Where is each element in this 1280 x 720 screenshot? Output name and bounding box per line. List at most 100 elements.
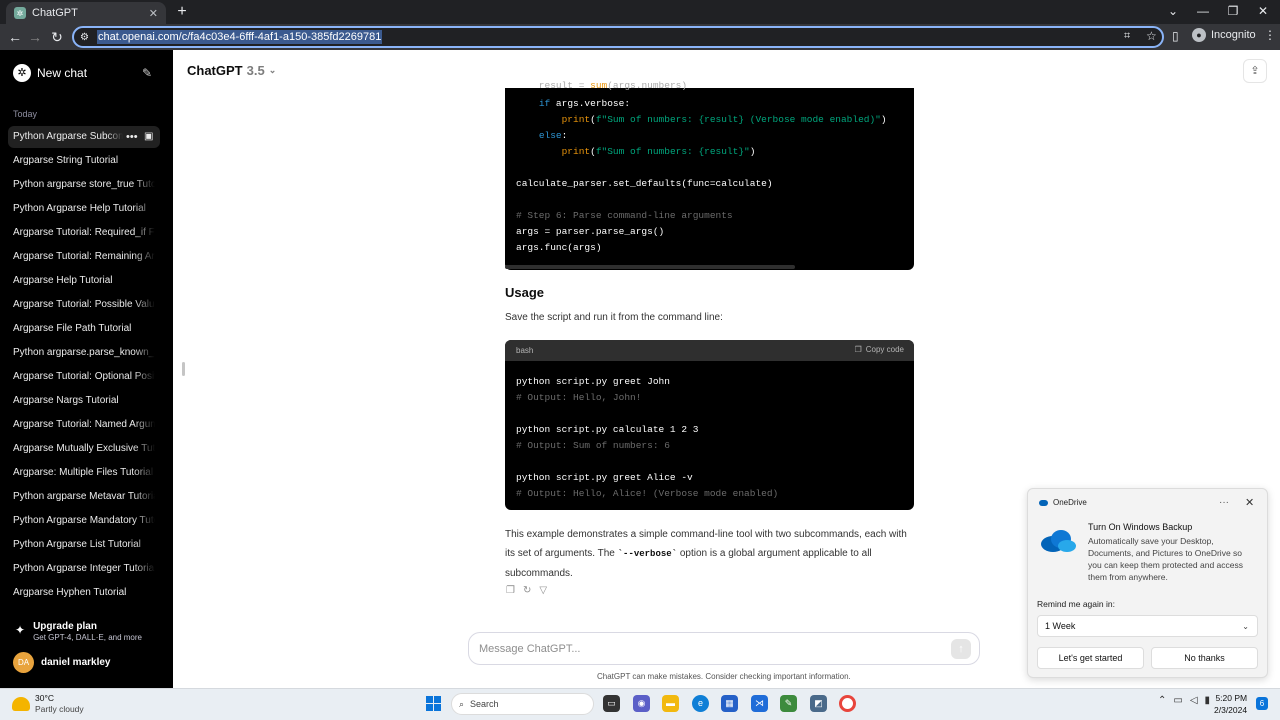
url-field[interactable]: ⚙ chat.openai.com/c/fa4c03e4-6fff-4af1-a… bbox=[72, 26, 1164, 48]
reload-icon[interactable]: ↻ bbox=[46, 24, 68, 50]
code-line: python script.py calculate 1 2 3 bbox=[516, 424, 699, 435]
close-icon[interactable]: ✕ bbox=[1245, 496, 1254, 509]
chevron-up-icon[interactable]: ⌃ bbox=[1158, 695, 1166, 706]
upgrade-subtitle: Get GPT-4, DALL·E, and more bbox=[33, 633, 142, 642]
onedrive-icon bbox=[1039, 499, 1048, 506]
sidebar-history-item[interactable]: Argparse Tutorial: Optional Positional bbox=[8, 366, 160, 388]
volume-icon[interactable]: ◁ bbox=[1190, 695, 1198, 706]
vscode-icon[interactable]: ⋊ bbox=[751, 695, 768, 712]
browser-tab[interactable]: ✲ ChatGPT ✕ bbox=[6, 2, 166, 24]
sidebar-history-item[interactable]: Argparse Mutually Exclusive Tutorial bbox=[8, 438, 160, 460]
clock[interactable]: 5:20 PM 2/3/2024 bbox=[1214, 692, 1247, 716]
incognito-badge[interactable]: ● Incognito bbox=[1192, 28, 1256, 42]
network-icon[interactable]: ▭ bbox=[1173, 695, 1182, 706]
battery-icon[interactable]: ▮ bbox=[1205, 695, 1211, 706]
bookmark-star-icon[interactable]: ☆ bbox=[1146, 29, 1157, 43]
close-window-icon[interactable]: ✕ bbox=[1248, 0, 1278, 24]
regenerate-icon[interactable]: ↻ bbox=[523, 585, 531, 596]
history-item-label: Argparse Tutorial: Possible Values bbox=[13, 299, 155, 310]
forward-icon[interactable]: → bbox=[24, 24, 46, 50]
restore-icon[interactable]: ❐ bbox=[1218, 0, 1248, 24]
sidebar-history-item[interactable]: Argparse Hyphen Tutorial bbox=[8, 582, 160, 604]
sidebar-history-item[interactable]: Argparse Nargs Tutorial bbox=[8, 390, 160, 412]
message-placeholder[interactable]: Message ChatGPT... bbox=[479, 643, 581, 655]
browser-menu-icon[interactable]: ⋮ bbox=[1264, 28, 1276, 42]
more-options-icon[interactable]: ••• bbox=[126, 131, 138, 143]
disclaimer: ChatGPT can make mistakes. Consider chec… bbox=[597, 672, 851, 681]
inline-code: `--verbose` bbox=[617, 549, 678, 559]
search-icon: ⌕ bbox=[459, 698, 465, 709]
code-line: python script.py greet Alice -v bbox=[516, 472, 693, 483]
compose-icon[interactable]: ✎ bbox=[142, 66, 152, 80]
new-tab-button[interactable]: + bbox=[172, 2, 192, 22]
history-item-label: Argparse Help Tutorial bbox=[13, 275, 113, 286]
sidebar-history-item[interactable]: Python Argparse Integer Tutorial bbox=[8, 558, 160, 580]
side-panel-icon[interactable]: ▯ bbox=[1172, 29, 1179, 43]
incognito-icon: ● bbox=[1192, 28, 1206, 42]
sidebar-history-item[interactable]: Argparse Tutorial: Remaining Args bbox=[8, 246, 160, 268]
notification-title: Turn On Windows Backup bbox=[1088, 522, 1193, 532]
app-icon[interactable]: ✎ bbox=[780, 695, 797, 712]
sidebar-history-item[interactable]: Argparse File Path Tutorial bbox=[8, 318, 160, 340]
copy-icon[interactable]: ❐ bbox=[506, 585, 515, 596]
sidebar-history-item[interactable]: Python argparse.parse_known_args bbox=[8, 342, 160, 364]
history-item-label: Argparse File Path Tutorial bbox=[13, 323, 132, 334]
weather-widget[interactable]: 30°C Partly cloudy bbox=[12, 693, 84, 714]
code-line: else: bbox=[538, 130, 568, 141]
user-menu[interactable]: DA daniel markley bbox=[13, 652, 110, 673]
start-icon[interactable] bbox=[426, 696, 441, 711]
sidebar-history-item[interactable]: Python argparse Metavar Tutorial bbox=[8, 486, 160, 508]
copy-code-button[interactable]: ❐ Copy code bbox=[855, 345, 904, 354]
thumbs-down-icon[interactable]: ▽ bbox=[539, 585, 547, 596]
sidebar-history-item[interactable]: Argparse Help Tutorial bbox=[8, 270, 160, 292]
chat-icon[interactable]: ◉ bbox=[633, 695, 650, 712]
sidebar-history-item[interactable]: Python Argparse Mandatory Tutorial bbox=[8, 510, 160, 532]
task-view-icon[interactable]: ▭ bbox=[603, 695, 620, 712]
notification-count-badge[interactable]: 6 bbox=[1256, 697, 1268, 710]
sidebar-history-item[interactable]: Argparse Tutorial: Possible Values bbox=[8, 294, 160, 316]
sidebar-history-item[interactable]: Python Argparse Help Tutorial bbox=[8, 198, 160, 220]
sidebar-history-item[interactable]: Argparse String Tutorial bbox=[8, 150, 160, 172]
minimize-icon[interactable]: — bbox=[1188, 0, 1218, 24]
history-item-label: Python Argparse Integer Tutorial bbox=[13, 563, 155, 574]
lets-get-started-button[interactable]: Let's get started bbox=[1037, 647, 1144, 669]
sidebar-resize-handle[interactable] bbox=[182, 362, 185, 376]
notification-app: OneDrive bbox=[1039, 498, 1087, 507]
new-chat-button[interactable]: ✲ New chat bbox=[13, 64, 87, 82]
remind-select[interactable]: 1 Week ⌄ bbox=[1037, 615, 1258, 637]
file-explorer-icon[interactable]: ▬ bbox=[662, 695, 679, 712]
sidebar-history-item[interactable]: Argparse Tutorial: Required_if Feature bbox=[8, 222, 160, 244]
upgrade-plan-button[interactable]: ✦ Upgrade plan Get GPT-4, DALL·E, and mo… bbox=[15, 621, 142, 642]
qr-icon[interactable]: ⌗ bbox=[1124, 30, 1130, 43]
history-item-label: Python argparse Metavar Tutorial bbox=[13, 491, 155, 502]
sidebar-history-item[interactable]: Argparse: Multiple Files Tutorial bbox=[8, 462, 160, 484]
history-item-label: Argparse Tutorial: Remaining Args bbox=[13, 251, 155, 262]
model-version: 3.5 bbox=[246, 63, 265, 78]
url-text[interactable]: chat.openai.com/c/fa4c03e4-6fff-4af1-a15… bbox=[96, 30, 383, 44]
code-line: args.func(args) bbox=[516, 242, 602, 253]
no-thanks-button[interactable]: No thanks bbox=[1151, 647, 1258, 669]
edge-icon[interactable]: e bbox=[692, 695, 709, 712]
sidebar-history-item[interactable]: Argparse Tutorial: Named Arguments bbox=[8, 414, 160, 436]
sidebar-history-item[interactable]: Python Argparse List Tutorial bbox=[8, 534, 160, 556]
remind-label: Remind me again in: bbox=[1037, 599, 1115, 609]
upgrade-title: Upgrade plan bbox=[33, 621, 97, 632]
send-button[interactable]: ↑ bbox=[951, 639, 971, 659]
share-button[interactable]: ⇪ bbox=[1243, 59, 1267, 83]
close-tab-icon[interactable]: ✕ bbox=[149, 7, 158, 20]
taskbar-search[interactable]: ⌕ Search bbox=[451, 693, 594, 715]
site-info-icon[interactable]: ⚙ bbox=[80, 32, 89, 43]
more-options-icon[interactable]: ··· bbox=[1219, 497, 1229, 508]
archive-icon[interactable]: ▣ bbox=[144, 131, 153, 142]
model-selector[interactable]: ChatGPT 3.5 ⌄ bbox=[187, 63, 276, 78]
chatgpt-favicon-icon: ✲ bbox=[14, 7, 26, 19]
sidebar-history-item[interactable]: Python argparse store_true Tutorial bbox=[8, 174, 160, 196]
user-name: daniel markley bbox=[41, 657, 111, 668]
back-icon[interactable]: ← bbox=[4, 24, 26, 50]
code-scrollbar[interactable] bbox=[505, 265, 795, 269]
chrome-icon[interactable] bbox=[839, 695, 856, 712]
store-icon[interactable]: ▦ bbox=[721, 695, 738, 712]
tab-search-icon[interactable]: ⌄ bbox=[1158, 0, 1188, 24]
code-line: # Output: Hello, Alice! (Verbose mode en… bbox=[516, 488, 779, 499]
app-icon[interactable]: ◩ bbox=[810, 695, 827, 712]
